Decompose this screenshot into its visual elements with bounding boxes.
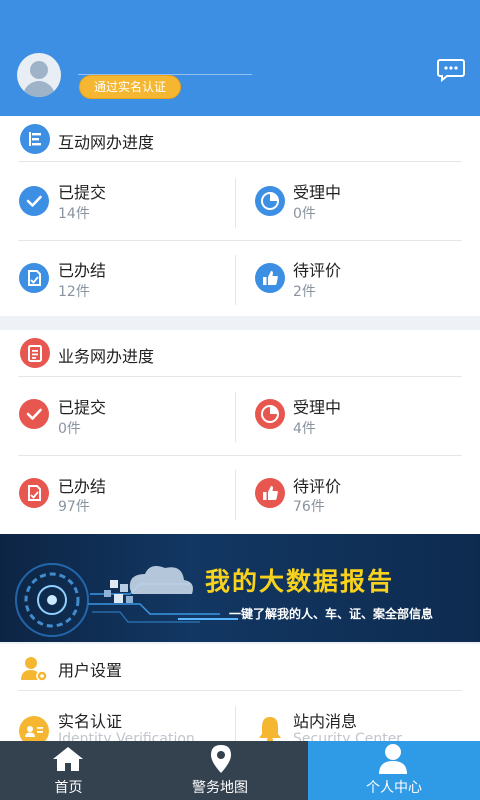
profile-header: 通过实名认证: [0, 0, 480, 116]
bottom-nav: 首页 警务地图 个人中心: [0, 741, 480, 800]
verified-badge[interactable]: 通过实名认证: [79, 75, 181, 99]
section-title: 互动网办进度: [58, 133, 155, 152]
avatar-head-icon: [30, 61, 48, 79]
interactive-progress-card: 互动网办进度 已提交 14件 受理中 0件 已办结 12件 待评价 2件: [0, 116, 480, 316]
user-settings-icon: [21, 657, 48, 682]
nav-police-map[interactable]: 警务地图: [150, 741, 290, 800]
item-label: 已提交: [58, 398, 107, 417]
nav-label: 首页: [54, 780, 83, 796]
item-label: 已办结: [58, 477, 107, 496]
pie-progress-icon: [255, 399, 285, 429]
divider: [18, 376, 462, 377]
column-divider: [235, 255, 236, 305]
item-count: 14件: [58, 206, 90, 222]
item-count: 12件: [58, 284, 90, 300]
nav-home[interactable]: 首页: [0, 741, 137, 800]
divider: [18, 240, 462, 241]
document-list-icon: [20, 338, 50, 368]
item-label: 站内消息: [293, 712, 358, 731]
item-count: 0件: [293, 206, 316, 222]
item-label: 待评价: [293, 261, 342, 280]
item-count: 76件: [293, 499, 325, 515]
check-circle-icon: [19, 399, 49, 429]
section-title: 业务网办进度: [58, 347, 155, 366]
nav-personal-center[interactable]: 个人中心: [308, 741, 480, 800]
divider: [18, 161, 462, 162]
item-count: 4件: [293, 421, 316, 437]
bell-icon: [259, 717, 281, 743]
divider: [18, 455, 462, 456]
section-title: 用户设置: [58, 661, 123, 680]
business-progress-card: 业务网办进度 已提交 0件 受理中 4件 已办结 97件 待评价 76件: [0, 330, 480, 534]
item-label: 已办结: [58, 261, 107, 280]
nav-label: 警务地图: [192, 780, 248, 796]
user-settings-card: 用户设置 实名认证 Identity Verification 站内消息 Sec…: [0, 644, 480, 756]
avatar-body-icon: [23, 81, 55, 97]
item-label: 已提交: [58, 183, 107, 202]
check-circle-icon: [19, 186, 49, 216]
thumbs-up-icon: [255, 478, 285, 508]
item-count: 0件: [58, 421, 81, 437]
map-pin-icon: [211, 745, 231, 773]
document-done-icon: [19, 263, 49, 293]
banner-subtitle: 一键了解我的人、车、证、案全部信息: [229, 607, 434, 621]
item-label: 受理中: [293, 183, 342, 202]
column-divider: [235, 178, 236, 228]
divider: [18, 690, 462, 691]
document-done-icon: [19, 478, 49, 508]
item-count: 97件: [58, 499, 90, 515]
item-label: 待评价: [293, 477, 342, 496]
user-icon: [379, 744, 407, 774]
banner-title: 我的大数据报告: [205, 567, 395, 596]
list-icon: [20, 124, 50, 154]
nav-label: 个人中心: [366, 780, 422, 796]
item-label: 实名认证: [58, 712, 123, 731]
home-icon: [53, 747, 83, 771]
chat-bubble-icon[interactable]: [437, 58, 465, 82]
pie-progress-icon: [255, 186, 285, 216]
thumbs-up-icon: [255, 263, 285, 293]
item-count: 2件: [293, 284, 316, 300]
column-divider: [235, 392, 236, 442]
avatar[interactable]: [17, 53, 61, 97]
column-divider: [235, 470, 236, 520]
item-label: 受理中: [293, 398, 342, 417]
